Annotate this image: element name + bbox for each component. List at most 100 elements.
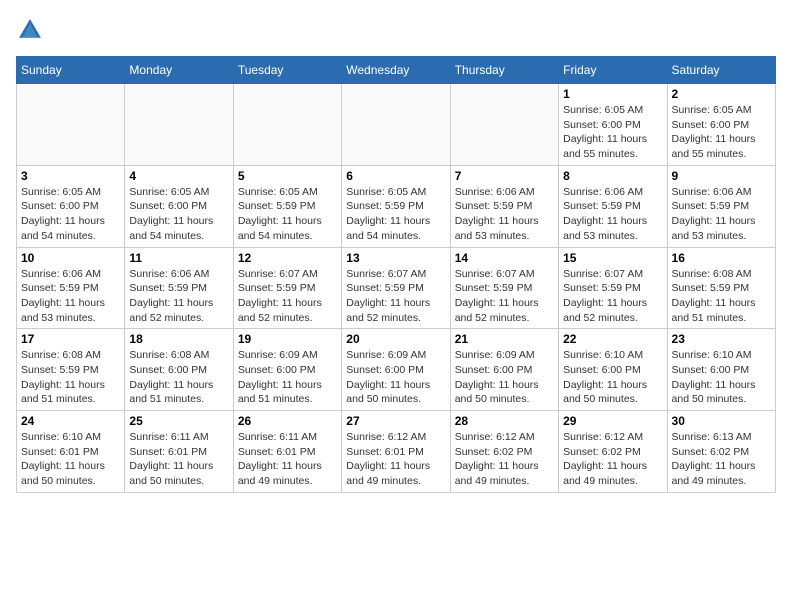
day-number: 23 (672, 332, 771, 346)
day-number: 15 (563, 251, 662, 265)
weekday-header: Wednesday (342, 57, 450, 84)
day-number: 22 (563, 332, 662, 346)
weekday-header: Tuesday (233, 57, 341, 84)
day-info: Sunrise: 6:10 AM Sunset: 6:00 PM Dayligh… (672, 348, 771, 407)
calendar-cell: 18 Sunrise: 6:08 AM Sunset: 6:00 PM Dayli… (125, 329, 233, 411)
weekday-header: Saturday (667, 57, 775, 84)
calendar-cell: 29 Sunrise: 6:12 AM Sunset: 6:02 PM Dayli… (559, 411, 667, 493)
day-info: Sunrise: 6:07 AM Sunset: 5:59 PM Dayligh… (238, 267, 337, 326)
calendar-cell: 25 Sunrise: 6:11 AM Sunset: 6:01 PM Dayli… (125, 411, 233, 493)
day-info: Sunrise: 6:06 AM Sunset: 5:59 PM Dayligh… (563, 185, 662, 244)
day-info: Sunrise: 6:08 AM Sunset: 5:59 PM Dayligh… (21, 348, 120, 407)
day-number: 2 (672, 87, 771, 101)
day-info: Sunrise: 6:05 AM Sunset: 5:59 PM Dayligh… (346, 185, 445, 244)
day-number: 26 (238, 414, 337, 428)
day-info: Sunrise: 6:05 AM Sunset: 6:00 PM Dayligh… (129, 185, 228, 244)
calendar-cell: 26 Sunrise: 6:11 AM Sunset: 6:01 PM Dayli… (233, 411, 341, 493)
calendar-cell: 11Sunrise: 6:06 AM Sunset: 5:59 PM Dayli… (125, 247, 233, 329)
calendar-cell: 14 Sunrise: 6:07 AM Sunset: 5:59 PM Dayli… (450, 247, 558, 329)
calendar-week-row: 10 Sunrise: 6:06 AM Sunset: 5:59 PM Dayli… (17, 247, 776, 329)
calendar-cell: 23 Sunrise: 6:10 AM Sunset: 6:00 PM Dayli… (667, 329, 775, 411)
day-number: 19 (238, 332, 337, 346)
day-info: Sunrise: 6:07 AM Sunset: 5:59 PM Dayligh… (346, 267, 445, 326)
day-number: 14 (455, 251, 554, 265)
calendar-cell: 30Sunrise: 6:13 AM Sunset: 6:02 PM Dayli… (667, 411, 775, 493)
day-info: Sunrise: 6:09 AM Sunset: 6:00 PM Dayligh… (346, 348, 445, 407)
calendar-cell: 20 Sunrise: 6:09 AM Sunset: 6:00 PM Dayli… (342, 329, 450, 411)
day-info: Sunrise: 6:10 AM Sunset: 6:00 PM Dayligh… (563, 348, 662, 407)
day-number: 28 (455, 414, 554, 428)
day-info: Sunrise: 6:09 AM Sunset: 6:00 PM Dayligh… (455, 348, 554, 407)
calendar-cell: 24 Sunrise: 6:10 AM Sunset: 6:01 PM Dayli… (17, 411, 125, 493)
day-info: Sunrise: 6:06 AM Sunset: 5:59 PM Dayligh… (672, 185, 771, 244)
day-number: 25 (129, 414, 228, 428)
day-info: Sunrise: 6:05 AM Sunset: 5:59 PM Dayligh… (238, 185, 337, 244)
calendar-cell: 1 Sunrise: 6:05 AM Sunset: 6:00 PM Daylig… (559, 84, 667, 166)
calendar-cell: 22 Sunrise: 6:10 AM Sunset: 6:00 PM Dayli… (559, 329, 667, 411)
day-info: Sunrise: 6:08 AM Sunset: 6:00 PM Dayligh… (129, 348, 228, 407)
calendar-cell: 28 Sunrise: 6:12 AM Sunset: 6:02 PM Dayli… (450, 411, 558, 493)
day-info: Sunrise: 6:06 AM Sunset: 5:59 PM Dayligh… (455, 185, 554, 244)
day-info: Sunrise: 6:07 AM Sunset: 5:59 PM Dayligh… (563, 267, 662, 326)
calendar-cell: 2 Sunrise: 6:05 AM Sunset: 6:00 PM Daylig… (667, 84, 775, 166)
day-info: Sunrise: 6:08 AM Sunset: 5:59 PM Dayligh… (672, 267, 771, 326)
calendar-cell: 8 Sunrise: 6:06 AM Sunset: 5:59 PM Daylig… (559, 165, 667, 247)
logo-icon (16, 16, 44, 44)
day-number: 24 (21, 414, 120, 428)
calendar-header-row: SundayMondayTuesdayWednesdayThursdayFrid… (17, 57, 776, 84)
calendar-cell: 12Sunrise: 6:07 AM Sunset: 5:59 PM Dayli… (233, 247, 341, 329)
calendar-cell (17, 84, 125, 166)
day-info: Sunrise: 6:07 AM Sunset: 5:59 PM Dayligh… (455, 267, 554, 326)
calendar-cell (342, 84, 450, 166)
calendar-week-row: 24 Sunrise: 6:10 AM Sunset: 6:01 PM Dayli… (17, 411, 776, 493)
day-number: 10 (21, 251, 120, 265)
day-info: Sunrise: 6:12 AM Sunset: 6:02 PM Dayligh… (455, 430, 554, 489)
day-number: 8 (563, 169, 662, 183)
calendar-cell (233, 84, 341, 166)
calendar-cell: 17 Sunrise: 6:08 AM Sunset: 5:59 PM Dayli… (17, 329, 125, 411)
day-number: 9 (672, 169, 771, 183)
calendar-cell: 9 Sunrise: 6:06 AM Sunset: 5:59 PM Daylig… (667, 165, 775, 247)
day-info: Sunrise: 6:12 AM Sunset: 6:01 PM Dayligh… (346, 430, 445, 489)
calendar-cell: 27 Sunrise: 6:12 AM Sunset: 6:01 PM Dayli… (342, 411, 450, 493)
day-number: 21 (455, 332, 554, 346)
day-number: 4 (129, 169, 228, 183)
calendar-cell: 7 Sunrise: 6:06 AM Sunset: 5:59 PM Daylig… (450, 165, 558, 247)
day-number: 16 (672, 251, 771, 265)
calendar-cell: 10 Sunrise: 6:06 AM Sunset: 5:59 PM Dayli… (17, 247, 125, 329)
day-number: 7 (455, 169, 554, 183)
calendar-cell: 5Sunrise: 6:05 AM Sunset: 5:59 PM Daylig… (233, 165, 341, 247)
day-info: Sunrise: 6:12 AM Sunset: 6:02 PM Dayligh… (563, 430, 662, 489)
weekday-header: Sunday (17, 57, 125, 84)
calendar-cell: 3Sunrise: 6:05 AM Sunset: 6:00 PM Daylig… (17, 165, 125, 247)
day-number: 20 (346, 332, 445, 346)
calendar-cell: 19 Sunrise: 6:09 AM Sunset: 6:00 PM Dayli… (233, 329, 341, 411)
day-number: 18 (129, 332, 228, 346)
day-info: Sunrise: 6:11 AM Sunset: 6:01 PM Dayligh… (129, 430, 228, 489)
day-info: Sunrise: 6:05 AM Sunset: 6:00 PM Dayligh… (21, 185, 120, 244)
weekday-header: Friday (559, 57, 667, 84)
calendar-cell: 21 Sunrise: 6:09 AM Sunset: 6:00 PM Dayli… (450, 329, 558, 411)
day-number: 17 (21, 332, 120, 346)
day-info: Sunrise: 6:09 AM Sunset: 6:00 PM Dayligh… (238, 348, 337, 407)
day-info: Sunrise: 6:10 AM Sunset: 6:01 PM Dayligh… (21, 430, 120, 489)
day-info: Sunrise: 6:06 AM Sunset: 5:59 PM Dayligh… (21, 267, 120, 326)
weekday-header: Monday (125, 57, 233, 84)
day-number: 1 (563, 87, 662, 101)
day-number: 29 (563, 414, 662, 428)
calendar-cell: 16 Sunrise: 6:08 AM Sunset: 5:59 PM Dayli… (667, 247, 775, 329)
calendar-cell (125, 84, 233, 166)
day-number: 11 (129, 251, 228, 265)
calendar-week-row: 17 Sunrise: 6:08 AM Sunset: 5:59 PM Dayli… (17, 329, 776, 411)
day-info: Sunrise: 6:05 AM Sunset: 6:00 PM Dayligh… (672, 103, 771, 162)
page-header (16, 16, 776, 44)
calendar-cell: 6Sunrise: 6:05 AM Sunset: 5:59 PM Daylig… (342, 165, 450, 247)
calendar-cell (450, 84, 558, 166)
calendar-week-row: 3Sunrise: 6:05 AM Sunset: 6:00 PM Daylig… (17, 165, 776, 247)
calendar-week-row: 1 Sunrise: 6:05 AM Sunset: 6:00 PM Daylig… (17, 84, 776, 166)
day-number: 27 (346, 414, 445, 428)
weekday-header: Thursday (450, 57, 558, 84)
day-info: Sunrise: 6:11 AM Sunset: 6:01 PM Dayligh… (238, 430, 337, 489)
day-info: Sunrise: 6:05 AM Sunset: 6:00 PM Dayligh… (563, 103, 662, 162)
day-info: Sunrise: 6:13 AM Sunset: 6:02 PM Dayligh… (672, 430, 771, 489)
